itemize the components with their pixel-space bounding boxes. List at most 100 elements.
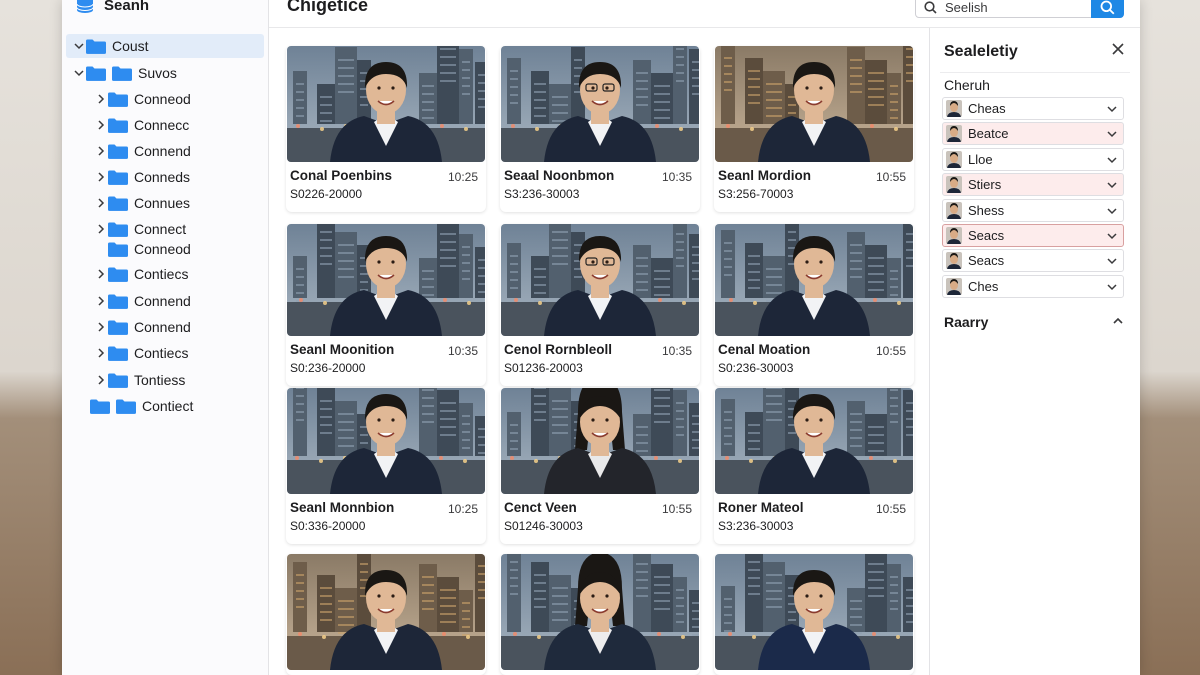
contact-card[interactable]: Cenal Moation 10:55 S0:236-30003 [714,224,914,386]
contact-card[interactable]: Roner Mateol 10:55 S3:236-30003 [714,388,914,544]
contact-photo [501,224,699,336]
contact-photo [715,224,913,336]
sidebar-item[interactable]: Suvos [66,61,264,85]
sidebar-item[interactable]: Connecc [66,113,264,137]
sidebar-item[interactable]: Conneod [66,237,264,261]
avatar [946,252,962,270]
sidebar-item-label: Suvos [138,65,177,81]
search-button[interactable] [1091,0,1124,18]
folder-icon [90,399,110,414]
contact-code: S0:236-30003 [718,361,794,375]
avatar [946,150,962,168]
contact-card[interactable]: Seanl Monnbion 10:25 S0:336-20000 [286,388,486,544]
sidebar-item[interactable]: Coust [66,34,264,58]
contact-card[interactable] [714,554,914,675]
filter-label: Stiers [968,177,1002,193]
sidebar-item[interactable]: Conneod [66,87,264,111]
background-right [1138,0,1200,675]
page-title: Chigetice [287,0,369,15]
sidebar-item[interactable]: Connend [66,289,264,313]
filter-label: Seacs [968,228,1005,243]
contact-card[interactable]: Seaal Noonbmon 10:35 S3:236-30003 [500,46,700,212]
chevron-up-icon[interactable] [1112,314,1124,332]
contact-photo [501,554,699,670]
filter-select[interactable]: Ches [942,274,1124,298]
filter-select[interactable]: Shess [942,198,1124,222]
panel-section-label: Cheruh [944,77,990,93]
avatar [946,125,962,143]
sidebar-item-label: Contiecs [134,266,189,282]
contact-name: Cenol Rornbleoll [504,342,612,357]
chevron-down-icon[interactable] [1101,253,1123,268]
filter-select[interactable]: Stiers [942,173,1124,197]
chevron-down-icon[interactable] [1101,177,1123,192]
filter-label: Cheas [968,101,1006,116]
folder-icon [108,294,128,309]
sidebar-item-label: Connues [134,195,191,211]
chevron-right-icon[interactable] [94,172,108,182]
filter-select[interactable]: Seacs [942,249,1124,273]
chevron-down-icon[interactable] [72,42,86,50]
contact-name: Seanl Moonition [290,342,395,357]
chevron-down-icon[interactable] [72,69,86,77]
chevron-down-icon[interactable] [1101,279,1123,294]
contact-card[interactable] [286,554,486,675]
chevron-right-icon[interactable] [94,146,108,156]
avatar [946,176,962,194]
chevron-right-icon[interactable] [94,269,108,279]
folder-icon [116,399,136,414]
sidebar-item[interactable]: Connues [66,191,264,215]
chevron-right-icon[interactable] [94,94,108,104]
folder-icon [108,92,128,107]
contact-time: 10:35 [661,170,692,184]
contact-time: 10:35 [447,344,478,358]
chevron-right-icon[interactable] [94,296,108,306]
chevron-down-icon[interactable] [1101,152,1123,167]
sidebar-item[interactable]: Contiecs [66,341,264,365]
contact-name: Seaal Noonbmon [504,168,615,183]
chevron-down-icon[interactable] [1101,126,1123,141]
close-icon[interactable] [1112,42,1124,60]
filter-label: Seacs [968,253,1005,269]
chevron-right-icon[interactable] [94,322,108,332]
sidebar-item[interactable]: Connend [66,315,264,339]
sidebar-item[interactable]: Connend [66,139,264,163]
chevron-right-icon[interactable] [94,120,108,130]
contact-card[interactable]: Cenol Rornbleoll 10:35 S01236-20003 [500,224,700,386]
folder-icon [108,346,128,361]
chevron-down-icon[interactable] [1101,228,1123,243]
contact-photo [287,554,485,670]
contact-card[interactable]: Seanl Mordion 10:55 S3:256-70003 [714,46,914,212]
sidebar-header: Seanh [76,0,149,16]
contact-photo [501,46,699,162]
sidebar-item-label: Contiect [142,398,194,414]
contact-card[interactable]: Cenct Veen 10:55 S01246-30003 [500,388,700,544]
sidebar-item[interactable]: Contiecs [66,262,264,286]
chevron-down-icon[interactable] [1101,203,1123,218]
sidebar-item[interactable]: Contiect [66,394,264,418]
sidebar-item-label: Conneds [134,169,191,185]
folder-icon [108,222,128,237]
database-icon [76,0,94,13]
filter-select[interactable]: Beatce [942,122,1124,146]
sidebar-item[interactable]: Conneds [66,165,264,189]
chevron-down-icon[interactable] [1101,101,1123,116]
filter-select[interactable]: Cheas [942,97,1124,120]
filter-panel: Sealeletiy Cheruh Cheas Beatce Lloe Stiers S… [929,28,1140,675]
folder-icon [86,66,106,81]
contact-code: S01246-30003 [504,519,583,533]
contact-card[interactable]: Seanl Moonition 10:35 S0:236-20000 [286,224,486,386]
chevron-right-icon[interactable] [94,348,108,358]
avatar [946,277,962,295]
chevron-right-icon[interactable] [94,198,108,208]
chevron-right-icon[interactable] [94,375,108,385]
contact-card[interactable] [500,554,700,675]
chevron-right-icon[interactable] [94,224,108,234]
filter-select[interactable]: Lloe [942,147,1124,171]
sidebar-item[interactable]: Tontiess [66,368,264,392]
filter-select[interactable]: Seacs [942,224,1124,247]
search-input[interactable]: Seelish [915,0,1093,18]
folder-icon [108,144,128,159]
contact-card[interactable]: Conal Poenbins 10:25 S0226-20000 [286,46,486,212]
sidebar-item-label: Coust [112,38,149,54]
